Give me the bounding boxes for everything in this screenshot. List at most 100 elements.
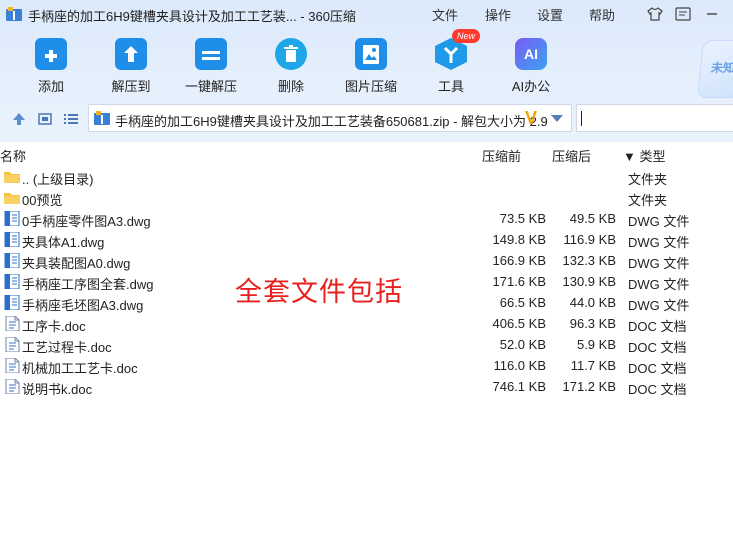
search-input[interactable] <box>576 104 733 132</box>
side-promo-badge[interactable]: 未知 <box>696 40 733 98</box>
trash-icon <box>275 38 307 70</box>
column-packed[interactable]: 压缩后 <box>552 146 591 165</box>
dwg-file-icon <box>4 211 20 226</box>
tools-button[interactable]: 工具 <box>416 38 486 94</box>
column-header: 名称 压缩前 压缩后 ▼ 类型 <box>0 142 733 164</box>
minimize-icon <box>707 13 717 15</box>
file-type: DWG 文件 <box>628 214 690 229</box>
dropdown-arrow-icon[interactable] <box>551 115 563 122</box>
delete-label: 删除 <box>277 79 304 94</box>
table-row[interactable]: 夹具装配图A0.dwg 166.9 KB 132.3 KB DWG 文件 <box>0 250 733 271</box>
dwg-file-icon <box>4 232 20 247</box>
window-title: 手柄座的加工6H9键槽夹具设计及加工工艺装... - 360压缩 <box>28 9 356 24</box>
image-compress-button[interactable]: 图片压缩 <box>336 38 406 94</box>
file-name: 0手柄座零件图A3.dwg <box>22 214 151 229</box>
file-name: 说明书k.doc <box>22 382 93 397</box>
extract-to-label: 解压到 <box>111 79 151 94</box>
original-size: 406.5 KB <box>492 316 547 331</box>
file-type: DWG 文件 <box>628 256 690 271</box>
ai-office-icon: AI <box>515 38 547 70</box>
menu-file[interactable]: 文件 <box>432 5 458 24</box>
delete-button[interactable]: 删除 <box>256 38 326 94</box>
title-bar: 手柄座的加工6H9键槽夹具设计及加工工艺装... - 360压缩 文件 操作 设… <box>0 0 733 28</box>
address-bar[interactable]: 手柄座的加工6H9键槽夹具设计及加工工艺装备650681.zip - 解包大小为… <box>88 104 572 132</box>
table-row[interactable]: 工序卡.doc 406.5 KB 96.3 KB DOC 文档 <box>0 313 733 334</box>
thumbnail-view-icon[interactable] <box>37 112 53 126</box>
column-name[interactable]: 名称 <box>0 146 26 165</box>
add-icon <box>35 38 67 70</box>
skin-button[interactable] <box>645 4 665 24</box>
dwg-file-icon <box>4 253 20 268</box>
table-row[interactable]: 工艺过程卡.doc 52.0 KB 5.9 KB DOC 文档 <box>0 334 733 355</box>
table-row[interactable]: 说明书k.doc 746.1 KB 171.2 KB DOC 文档 <box>0 376 733 397</box>
message-icon <box>675 7 691 21</box>
doc-file-icon <box>5 379 20 394</box>
menu-settings[interactable]: 设置 <box>537 5 563 24</box>
table-row[interactable]: 0手柄座零件图A3.dwg 73.5 KB 49.5 KB DWG 文件 <box>0 208 733 229</box>
zip-file-icon <box>94 111 110 125</box>
file-name: 夹具装配图A0.dwg <box>22 256 131 271</box>
image-compress-label: 图片压缩 <box>344 79 397 94</box>
folder-icon <box>4 193 20 204</box>
file-type: DOC 文档 <box>628 340 687 355</box>
add-label: 添加 <box>37 79 64 94</box>
compressed-size: 132.3 KB <box>562 253 617 268</box>
doc-file-icon <box>5 358 20 373</box>
new-badge: New <box>452 29 480 43</box>
list-view-icon[interactable] <box>63 112 79 126</box>
minimize-button[interactable] <box>702 4 722 24</box>
doc-file-icon <box>5 316 20 331</box>
file-name: 工艺过程卡.doc <box>22 340 112 355</box>
shirt-icon <box>647 7 663 21</box>
compressed-size: 130.9 KB <box>562 274 617 289</box>
one-click-extract-label: 一键解压 <box>184 79 237 94</box>
side-badge-label: 未知 <box>710 61 733 75</box>
compressed-size: 96.3 KB <box>569 316 616 331</box>
compressed-size: 116.9 KB <box>563 232 616 247</box>
table-row[interactable]: 机械加工工艺卡.doc 116.0 KB 11.7 KB DOC 文档 <box>0 355 733 376</box>
file-type: DWG 文件 <box>628 298 690 313</box>
doc-file-icon <box>5 337 20 352</box>
tools-label: 工具 <box>437 79 464 94</box>
extract-to-icon <box>115 38 147 70</box>
compressed-size: 5.9 KB <box>576 337 616 352</box>
original-size: 73.5 KB <box>499 211 546 226</box>
compressed-size: 11.7 KB <box>570 358 616 373</box>
extract-to-button[interactable]: 解压到 <box>96 38 166 94</box>
table-row[interactable]: 夹具体A1.dwg 149.8 KB 116.9 KB DWG 文件 <box>0 229 733 250</box>
overlay-caption: 全套文件包括 <box>235 277 403 307</box>
file-type: DOC 文档 <box>628 361 687 376</box>
original-size: 52.0 KB <box>499 337 546 352</box>
file-type: DOC 文档 <box>628 382 687 397</box>
file-type: 文件夹 <box>628 172 668 187</box>
compressed-size: 44.0 KB <box>569 295 616 310</box>
column-compressed[interactable]: 压缩前 <box>482 146 521 165</box>
file-name: 手柄座工序图全套.dwg <box>22 277 154 292</box>
dwg-file-icon <box>4 295 20 310</box>
column-type[interactable]: ▼ 类型 <box>623 146 665 165</box>
add-button[interactable]: 添加 <box>16 38 86 94</box>
file-type: DOC 文档 <box>628 319 687 334</box>
file-type: DWG 文件 <box>628 277 690 292</box>
original-size: 66.5 KB <box>499 295 546 310</box>
image-compress-icon <box>355 38 387 70</box>
compressed-size: 49.5 KB <box>569 211 616 226</box>
original-size: 746.1 KB <box>492 379 547 394</box>
menu-help[interactable]: 帮助 <box>589 5 615 24</box>
up-arrow-icon[interactable] <box>11 112 27 126</box>
table-row[interactable]: .. (上级目录) 文件夹 <box>0 166 733 187</box>
one-click-extract-button[interactable]: 一键解压 <box>176 38 246 94</box>
menu-operate[interactable]: 操作 <box>485 5 511 24</box>
folder-icon <box>4 172 20 183</box>
ai-office-button[interactable]: AI AI办公 <box>496 38 566 94</box>
original-size: 149.8 KB <box>492 232 547 247</box>
original-size: 166.9 KB <box>492 253 547 268</box>
file-name: 00预览 <box>22 193 63 208</box>
ai-office-label: AI办公 <box>511 79 551 94</box>
file-name: 工序卡.doc <box>22 319 86 334</box>
table-row[interactable]: 00预览 文件夹 <box>0 187 733 208</box>
original-size: 116.0 KB <box>493 358 546 373</box>
file-type: 文件夹 <box>628 193 668 208</box>
archive-app-icon <box>6 7 22 21</box>
feedback-button[interactable] <box>673 4 693 24</box>
